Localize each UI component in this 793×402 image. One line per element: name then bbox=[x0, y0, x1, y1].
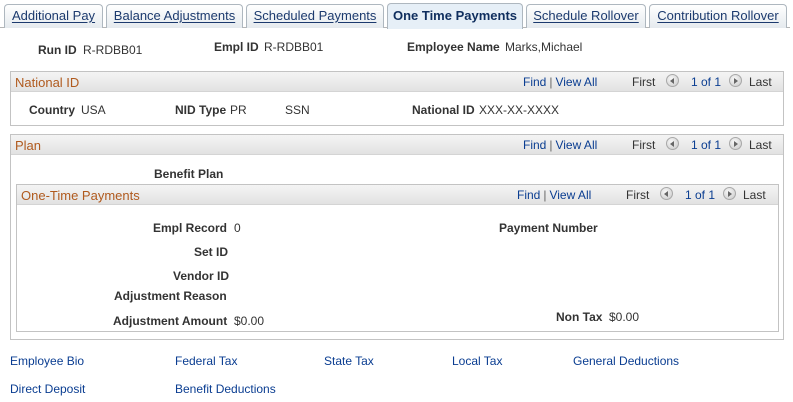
plan-group: Plan Find | View All First 1 of 1 Last Ben… bbox=[10, 134, 784, 340]
national-id-header: National ID Find | View All First 1 of 1 L… bbox=[11, 72, 783, 92]
next-arrow-icon[interactable] bbox=[723, 187, 736, 201]
vendor-id-label: Vendor ID bbox=[173, 269, 230, 283]
non-tax-value: $0.00 bbox=[609, 310, 640, 324]
plan-nav: Find | View All bbox=[523, 138, 598, 152]
benefit-deductions-link[interactable]: Benefit Deductions bbox=[175, 382, 276, 396]
employee-bio-link[interactable]: Employee Bio bbox=[10, 354, 84, 368]
next-arrow-icon[interactable] bbox=[729, 137, 742, 151]
empl-record-label: Empl Record bbox=[153, 221, 228, 235]
country-label: Country bbox=[29, 103, 75, 117]
employee-name-label: Employee Name bbox=[407, 40, 500, 54]
prev-arrow-icon[interactable] bbox=[666, 74, 679, 88]
prev-arrow-icon[interactable] bbox=[666, 137, 679, 151]
nid-type-value: PR bbox=[230, 103, 247, 117]
view-all-link[interactable]: View All bbox=[555, 75, 597, 89]
find-link[interactable]: Find bbox=[523, 75, 546, 89]
tab-schedule-rollover[interactable]: Schedule Rollover bbox=[526, 4, 646, 28]
first-label: First bbox=[626, 188, 650, 202]
tab-additional-pay[interactable]: Additional Pay bbox=[4, 4, 103, 28]
tab-bar: Additional Pay Balance Adjustments Sched… bbox=[0, 0, 793, 29]
last-label: Last bbox=[743, 188, 766, 202]
national-id-title: National ID bbox=[15, 75, 80, 90]
next-arrow-icon[interactable] bbox=[729, 74, 742, 88]
find-link[interactable]: Find bbox=[517, 188, 540, 202]
prev-arrow-icon[interactable] bbox=[660, 187, 673, 201]
nid-type-desc: SSN bbox=[285, 103, 310, 117]
empl-record-value: 0 bbox=[234, 221, 241, 235]
national-id-label: National ID bbox=[412, 103, 475, 117]
nid-type-label: NID Type bbox=[175, 103, 227, 117]
view-all-link[interactable]: View All bbox=[549, 188, 591, 202]
run-id-label: Run ID bbox=[38, 43, 77, 57]
row-count: 1 of 1 bbox=[691, 138, 722, 152]
national-id-value: XXX-XX-XXXX bbox=[479, 103, 560, 117]
plan-title: Plan bbox=[15, 138, 42, 153]
last-label: Last bbox=[749, 138, 772, 152]
view-all-link[interactable]: View All bbox=[555, 138, 597, 152]
tab-one-time-payments[interactable]: One Time Payments bbox=[387, 3, 523, 29]
national-id-group: National ID Find | View All First 1 of 1 L… bbox=[10, 71, 784, 126]
empl-id-value: R-RDBB01 bbox=[264, 40, 324, 54]
row-count: 1 of 1 bbox=[685, 188, 716, 202]
first-label: First bbox=[632, 75, 656, 89]
one-time-payments-header: One-Time Payments Find | View All First 1 … bbox=[17, 185, 778, 205]
tab-contribution-rollover[interactable]: Contribution Rollover bbox=[649, 4, 787, 28]
find-link[interactable]: Find bbox=[523, 138, 546, 152]
adjustment-amount-value: $0.00 bbox=[234, 314, 265, 328]
adjustment-reason-label: Adjustment Reason bbox=[114, 289, 227, 303]
adjustment-amount-label: Adjustment Amount bbox=[113, 314, 228, 328]
run-id-value: R-RDBB01 bbox=[83, 43, 143, 57]
local-tax-link[interactable]: Local Tax bbox=[452, 354, 502, 368]
federal-tax-link[interactable]: Federal Tax bbox=[175, 354, 237, 368]
country-value: USA bbox=[81, 103, 106, 117]
first-label: First bbox=[632, 138, 656, 152]
general-deductions-link[interactable]: General Deductions bbox=[573, 354, 679, 368]
last-label: Last bbox=[749, 75, 772, 89]
tab-balance-adjustments[interactable]: Balance Adjustments bbox=[106, 4, 243, 28]
payment-number-label: Payment Number bbox=[499, 221, 598, 235]
set-id-label: Set ID bbox=[194, 245, 229, 259]
row-count: 1 of 1 bbox=[691, 75, 722, 89]
plan-header: Plan Find | View All First 1 of 1 Last bbox=[11, 135, 783, 155]
employee-name-value: Marks,Michael bbox=[505, 40, 583, 54]
direct-deposit-link[interactable]: Direct Deposit bbox=[10, 382, 85, 396]
state-tax-link[interactable]: State Tax bbox=[324, 354, 374, 368]
benefit-plan-label: Benefit Plan bbox=[154, 167, 224, 181]
one-time-payments-title: One-Time Payments bbox=[21, 188, 140, 203]
empl-id-label: Empl ID bbox=[214, 40, 259, 54]
otp-nav: Find | View All bbox=[517, 188, 592, 202]
national-id-nav: Find | View All bbox=[523, 75, 598, 89]
tab-scheduled-payments[interactable]: Scheduled Payments bbox=[246, 4, 384, 28]
one-time-payments-group: One-Time Payments Find | View All First 1 … bbox=[16, 184, 779, 332]
non-tax-label: Non Tax bbox=[556, 310, 603, 324]
